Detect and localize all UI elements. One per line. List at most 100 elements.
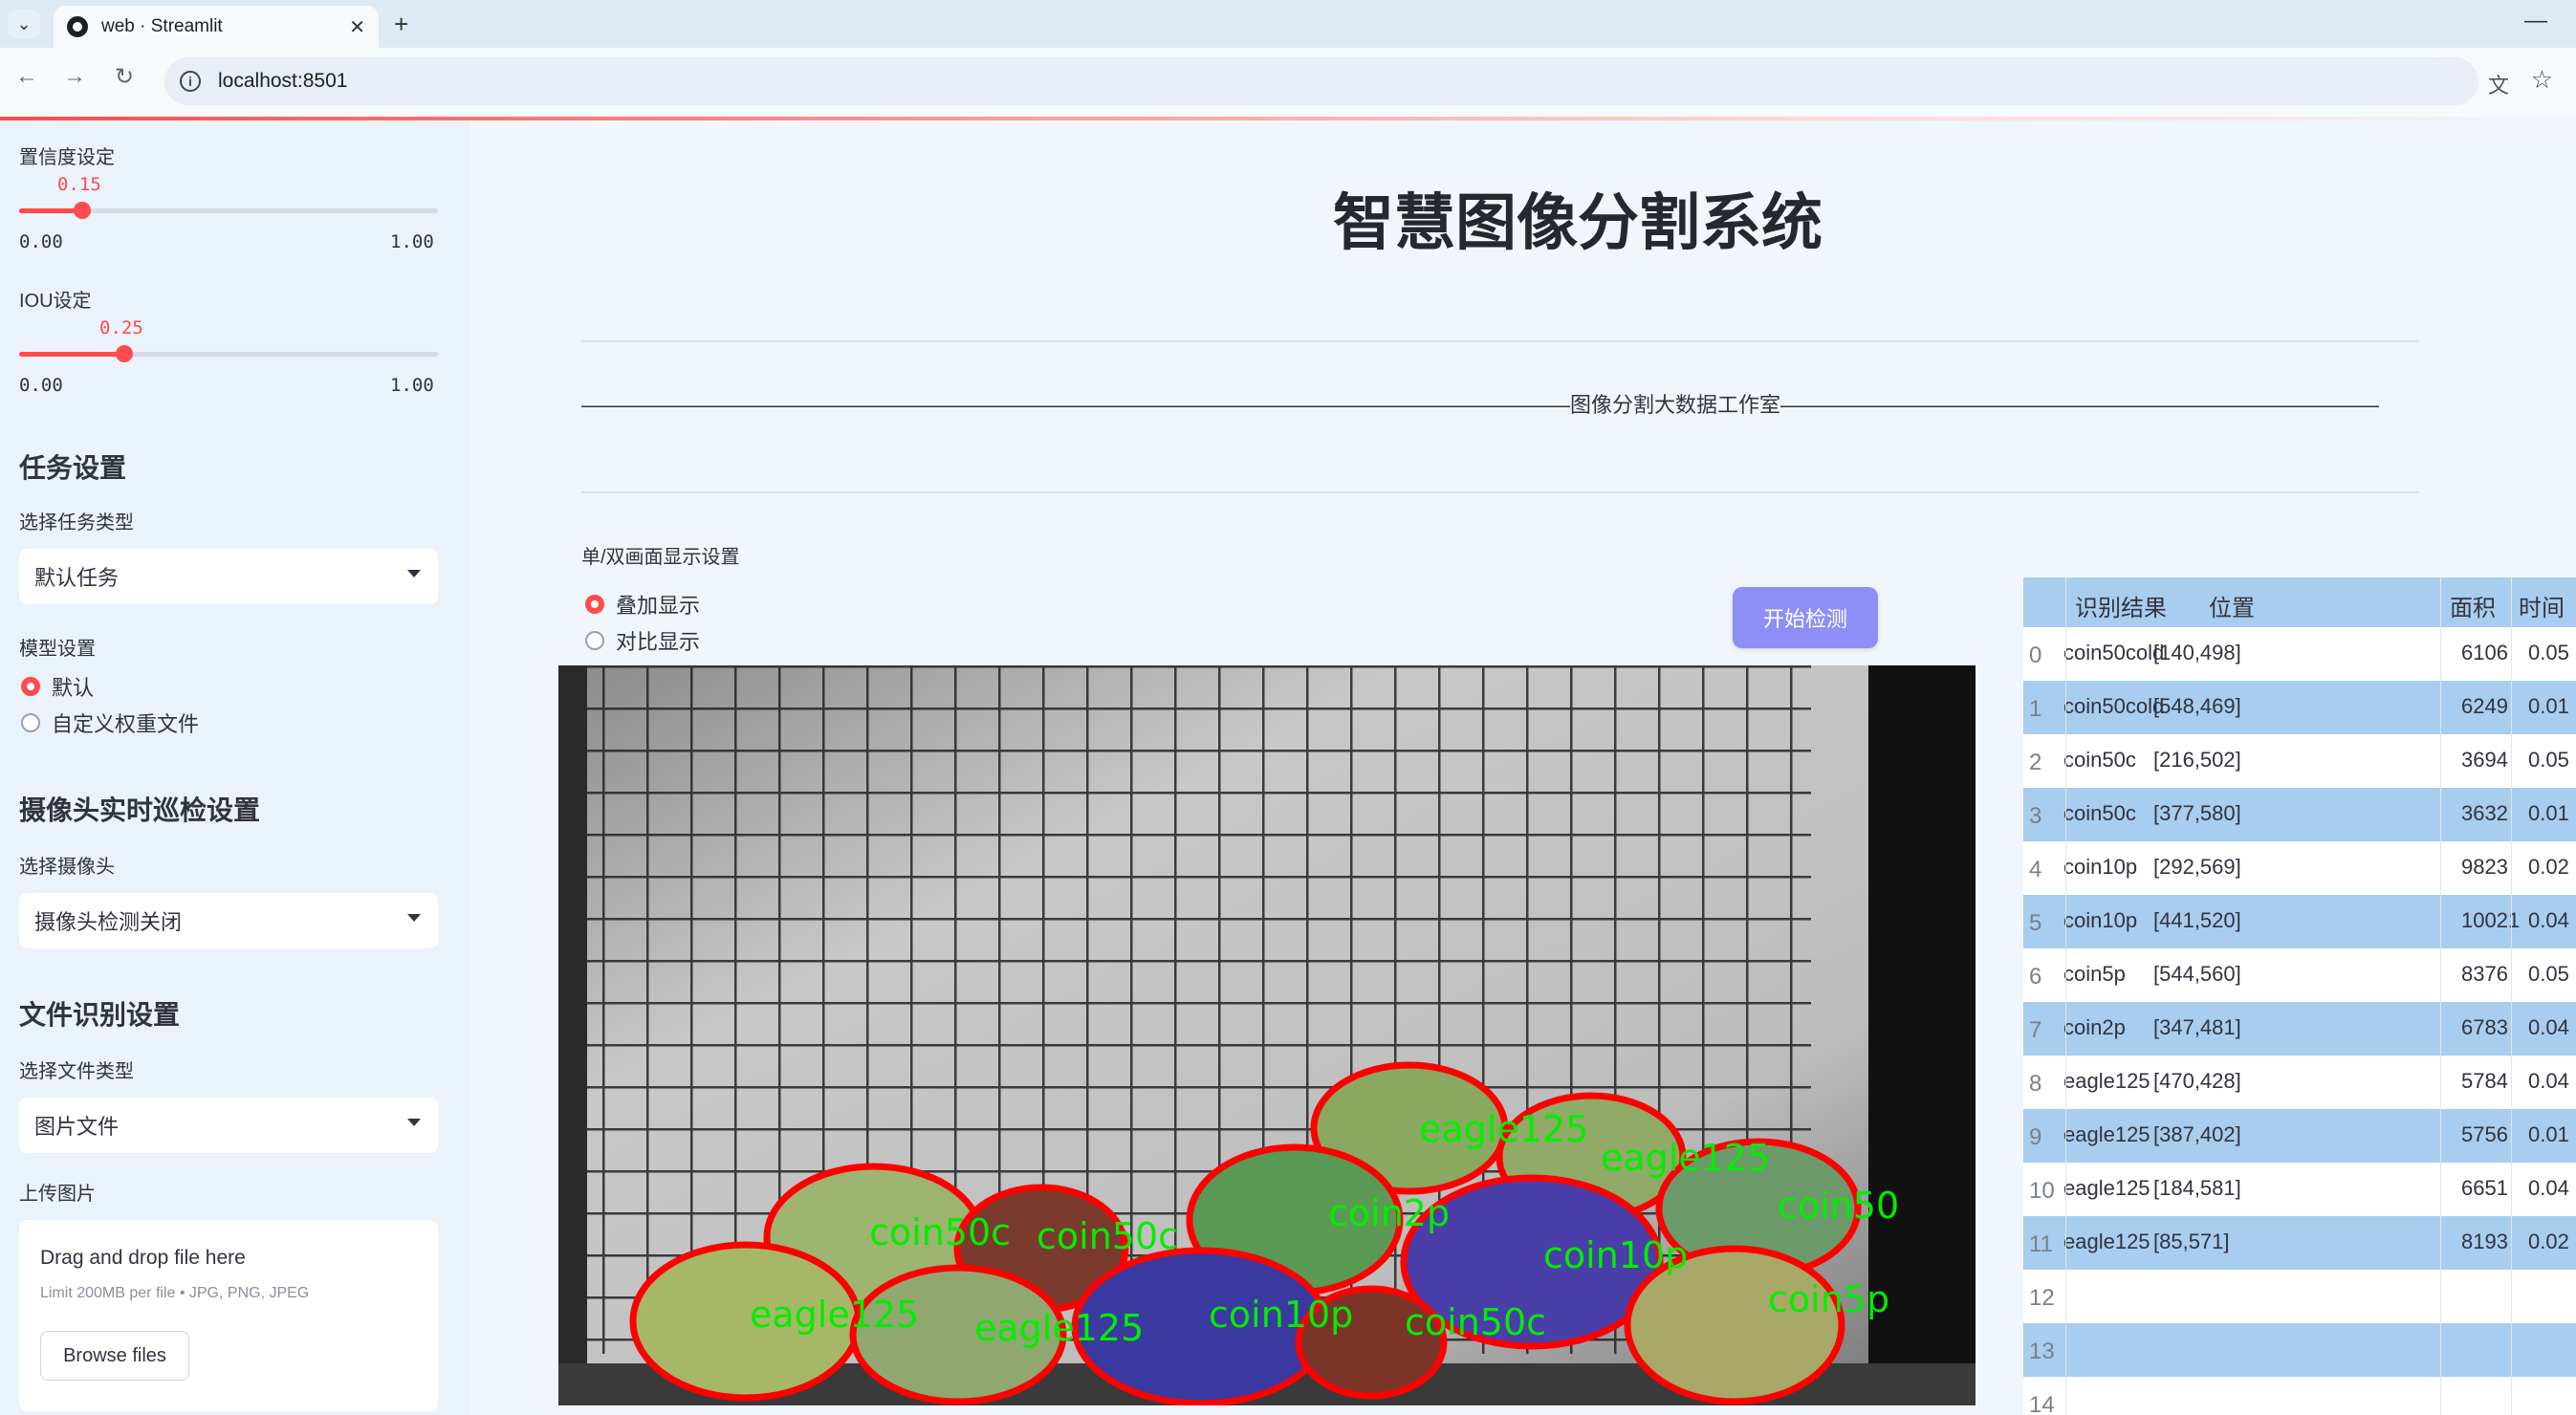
- cell-time: 0.02: [2528, 855, 2569, 879]
- table-row[interactable]: 7 coin2p [347,481] 6783 0.04: [2023, 1002, 2576, 1056]
- display-mode-label: 单/双画面显示设置: [581, 547, 740, 568]
- iou-slider[interactable]: [19, 345, 438, 362]
- detection-label: eagle125: [750, 1294, 919, 1336]
- column-header-position[interactable]: 位置: [2209, 589, 2255, 622]
- cell-time: 0.04: [2528, 1176, 2569, 1200]
- file-type-select[interactable]: 图片文件: [19, 1098, 438, 1153]
- cell-result: coin10p: [2063, 908, 2138, 932]
- model-option-label: 自定义权重文件: [52, 712, 200, 736]
- iou-slider-thumb[interactable]: [115, 345, 133, 362]
- browser-tab-bar: ⌄ web · Streamlit ✕ + —: [0, 0, 2576, 48]
- cell-position: [387,402]: [2153, 1122, 2241, 1146]
- cell-time: 0.04: [2528, 908, 2569, 932]
- table-row[interactable]: 3 coin50c [377,580] 3632 0.01: [2023, 788, 2576, 841]
- table-row[interactable]: 1 coin50cold [548,469] 6249 0.01: [2023, 681, 2576, 734]
- cell-area: 5756: [2461, 1122, 2508, 1146]
- model-option-default[interactable]: 默认: [21, 671, 94, 702]
- cell-time: 0.01: [2528, 801, 2569, 825]
- column-header-result[interactable]: 识别结果: [2075, 589, 2167, 622]
- table-row[interactable]: 9 eagle125 [387,402] 5756 0.01: [2023, 1109, 2576, 1163]
- table-row[interactable]: 11 eagle125 [85,571] 8193 0.02: [2023, 1216, 2576, 1270]
- radio-unselected-icon[interactable]: [21, 713, 40, 732]
- iou-slider-fill: [19, 352, 124, 357]
- table-row[interactable]: 6 coin5p [544,560] 8376 0.05: [2023, 948, 2576, 1002]
- camera-label: 选择摄像头: [19, 857, 115, 878]
- task-heading: 任务设置: [19, 453, 127, 483]
- cell-time: 0.02: [2528, 1230, 2569, 1253]
- radio-selected-icon[interactable]: [21, 677, 40, 696]
- new-tab-icon[interactable]: +: [394, 10, 408, 39]
- detection-label: coin50c: [1405, 1301, 1546, 1343]
- task-type-value: 默认任务: [34, 566, 120, 590]
- display-option-compare[interactable]: 对比显示: [585, 625, 700, 656]
- table-row[interactable]: 12: [2023, 1270, 2576, 1323]
- window-minimize-icon[interactable]: —: [2524, 8, 2547, 34]
- table-row[interactable]: 10 eagle125 [184,581] 6651 0.04: [2023, 1163, 2576, 1216]
- confidence-min: 0.00: [19, 231, 63, 252]
- cell-result: coin5p: [2063, 962, 2126, 986]
- task-type-label: 选择任务类型: [19, 512, 134, 533]
- detection-label: coin50c: [1037, 1215, 1178, 1257]
- cell-result: eagle125: [2063, 1122, 2150, 1146]
- results-table[interactable]: 识别结果 位置 面积 时间 0 coin50cold [140,498] 6106 0.…: [2023, 577, 2576, 1415]
- confidence-slider-fill: [19, 208, 82, 213]
- task-type-select[interactable]: 默认任务: [19, 549, 438, 604]
- upload-title: Drag and drop file here: [40, 1247, 246, 1269]
- radio-unselected-icon[interactable]: [585, 631, 604, 650]
- tab-search-chevron-icon[interactable]: ⌄: [8, 10, 40, 38]
- url-text: localhost:8501: [218, 70, 348, 92]
- dark-left-edge: [558, 665, 587, 1405]
- radio-selected-icon[interactable]: [585, 595, 604, 614]
- cell-position: [377,580]: [2153, 801, 2241, 825]
- dash-left: ————————————————————————————————————————…: [581, 393, 1570, 417]
- table-row[interactable]: 0 coin50cold [140,498] 6106 0.05: [2023, 627, 2576, 681]
- cell-area: 5784: [2461, 1069, 2508, 1093]
- detection-label: coin5p: [1768, 1278, 1889, 1320]
- reload-icon[interactable]: ↻: [115, 63, 134, 91]
- cell-position: [216,502]: [2153, 748, 2241, 772]
- cell-position: [441,520]: [2153, 908, 2241, 932]
- url-field[interactable]: i localhost:8501: [164, 57, 2478, 105]
- divider-bottom: [581, 491, 2419, 493]
- translate-icon[interactable]: 文: [2488, 69, 2509, 99]
- display-option-overlay[interactable]: 叠加显示: [585, 589, 700, 620]
- cell-result: eagle125: [2063, 1230, 2150, 1253]
- cell-time: 0.05: [2528, 641, 2569, 664]
- table-row[interactable]: 8 eagle125 [470,428] 5784 0.04: [2023, 1056, 2576, 1109]
- table-row[interactable]: 2 coin50c [216,502] 3694 0.05: [2023, 734, 2576, 788]
- table-row[interactable]: 13: [2023, 1323, 2576, 1377]
- cell-result: eagle125: [2063, 1069, 2150, 1093]
- confidence-slider[interactable]: [19, 202, 438, 219]
- site-info-icon[interactable]: i: [180, 71, 201, 92]
- row-index: 4: [2029, 857, 2042, 882]
- file-uploader-dropzone[interactable]: Drag and drop file here Limit 200MB per …: [19, 1220, 438, 1411]
- chevron-down-icon: [407, 914, 421, 922]
- cell-result: coin10p: [2063, 855, 2138, 879]
- confidence-slider-thumb[interactable]: [73, 202, 91, 219]
- table-row[interactable]: 5 coin10p [441,520] 10021 0.04: [2023, 895, 2576, 948]
- row-index: 1: [2029, 696, 2042, 722]
- camera-select[interactable]: 摄像头检测关闭: [19, 893, 438, 948]
- section-divider-text: ————————————————————————————————————————…: [581, 388, 2379, 419]
- table-row[interactable]: 14: [2023, 1377, 2576, 1415]
- cell-area: 3632: [2461, 801, 2508, 825]
- tab-close-icon[interactable]: ✕: [349, 15, 365, 39]
- bookmark-star-icon[interactable]: ☆: [2531, 65, 2553, 95]
- browse-files-button[interactable]: Browse files: [40, 1331, 189, 1381]
- page-title: 智慧图像分割系统: [1333, 188, 1823, 259]
- cell-result: coin50c: [2063, 801, 2136, 825]
- column-header-time[interactable]: 时间: [2519, 589, 2565, 622]
- start-detection-button[interactable]: 开始检测: [1733, 587, 1878, 648]
- cell-position: [470,428]: [2153, 1069, 2241, 1093]
- back-arrow-icon[interactable]: ←: [15, 63, 38, 90]
- column-separator: [2440, 577, 2441, 1415]
- divider-label: 图像分割大数据工作室: [1570, 393, 1781, 417]
- model-option-custom[interactable]: 自定义权重文件: [21, 708, 199, 738]
- column-separator: [2511, 577, 2512, 1415]
- detection-label: coin50c: [869, 1211, 1011, 1253]
- detection-label: coin50: [1778, 1185, 1899, 1227]
- column-header-area[interactable]: 面积: [2450, 589, 2496, 622]
- forward-arrow-icon[interactable]: →: [63, 63, 86, 90]
- table-row[interactable]: 4 coin10p [292,569] 9823 0.02: [2023, 841, 2576, 895]
- browser-tab[interactable]: web · Streamlit ✕: [54, 6, 379, 48]
